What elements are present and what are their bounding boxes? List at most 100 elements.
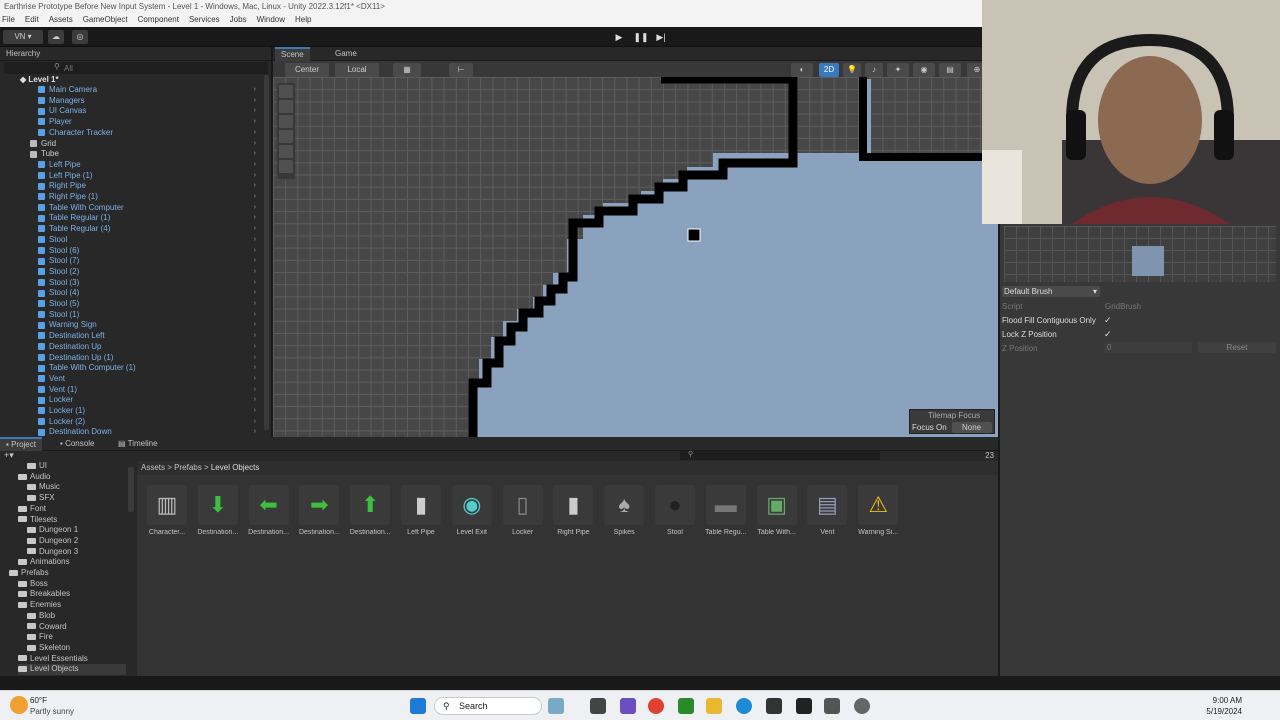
hierarchy-item[interactable]: Vent ›	[0, 374, 262, 385]
menu-item-component[interactable]: Component	[138, 13, 179, 27]
hierarchy-item[interactable]: UI Canvas ›	[0, 106, 262, 117]
chevron-right-icon[interactable]: ›	[254, 363, 256, 374]
asset-item[interactable]: ⬇ Destination...	[194, 485, 242, 536]
asset-item[interactable]: ⬆ Destination...	[346, 485, 394, 536]
chevron-right-icon[interactable]: ›	[254, 342, 256, 353]
asset-item[interactable]: ▤ Vent	[803, 485, 851, 536]
chevron-right-icon[interactable]: ›	[254, 288, 256, 299]
folder-item[interactable]: Audio	[18, 472, 50, 483]
clock-date[interactable]: 5/19/2024	[1196, 707, 1242, 716]
chevron-right-icon[interactable]: ›	[254, 213, 256, 224]
folder-item[interactable]: Blob	[27, 611, 55, 622]
hierarchy-item[interactable]: Vent (1) ›	[0, 385, 262, 396]
hierarchy-item[interactable]: Table Regular (4) ›	[0, 224, 262, 235]
hierarchy-item[interactable]: Destination Up ›	[0, 342, 262, 353]
chevron-right-icon[interactable]: ›	[254, 106, 256, 117]
task-view-icon[interactable]	[590, 698, 606, 714]
hierarchy-item[interactable]: Tube ›	[0, 149, 262, 160]
reset-button[interactable]: Reset	[1198, 342, 1276, 353]
move-tool-icon[interactable]	[279, 100, 293, 113]
focus-on-dropdown[interactable]: None	[952, 422, 992, 433]
hierarchy-item[interactable]: Left Pipe ›	[0, 160, 262, 171]
folder-item[interactable]: Skeleton	[27, 643, 70, 654]
chevron-right-icon[interactable]: ›	[254, 192, 256, 203]
chevron-right-icon[interactable]: ›	[254, 117, 256, 128]
chevron-right-icon[interactable]: ›	[254, 320, 256, 331]
account-dropdown[interactable]: VN ▾	[3, 30, 43, 44]
chevron-right-icon[interactable]: ›	[254, 85, 256, 96]
hierarchy-item[interactable]: Right Pipe ›	[0, 181, 262, 192]
hierarchy-item[interactable]: Table With Computer ›	[0, 203, 262, 214]
asset-item[interactable]: ♠ Spikes	[600, 485, 648, 536]
hierarchy-item[interactable]: Managers ›	[0, 96, 262, 107]
unity-icon[interactable]	[824, 698, 840, 714]
tree-scrollbar[interactable]	[128, 467, 134, 512]
menu-item-jobs[interactable]: Jobs	[230, 13, 247, 27]
brush-dropdown[interactable]: Default Brush ▾	[1002, 286, 1100, 297]
unity-hub-icon[interactable]	[796, 698, 812, 714]
hierarchy-item[interactable]: Stool (5) ›	[0, 299, 262, 310]
hand-tool-icon[interactable]	[279, 85, 293, 98]
asset-item[interactable]: ▮ Right Pipe	[549, 485, 597, 536]
tab-game[interactable]: Game	[329, 47, 363, 61]
chevron-right-icon[interactable]: ›	[254, 149, 256, 160]
hierarchy-item[interactable]: Stool (3) ›	[0, 278, 262, 289]
tab-project[interactable]: ▪ Project	[0, 437, 42, 451]
hierarchy-search-input[interactable]	[64, 63, 254, 73]
hierarchy-item[interactable]: Stool (6) ›	[0, 246, 262, 257]
chevron-right-icon[interactable]: ›	[254, 374, 256, 385]
chevron-right-icon[interactable]: ›	[254, 256, 256, 267]
chevron-right-icon[interactable]: ›	[254, 406, 256, 417]
asset-item[interactable]: ◉ Level Exit	[448, 485, 496, 536]
chevron-right-icon[interactable]: ›	[254, 160, 256, 171]
increment-snap-icon[interactable]: ⊢	[449, 63, 473, 77]
chevron-right-icon[interactable]: ›	[254, 246, 256, 257]
folder-item[interactable]: Tilesets	[18, 515, 57, 526]
chevron-right-icon[interactable]: ›	[254, 139, 256, 150]
project-search-input[interactable]: ⚲	[680, 451, 880, 460]
asset-item[interactable]: ▮ Left Pipe	[397, 485, 445, 536]
store-icon[interactable]	[766, 698, 782, 714]
transform-tool-icon[interactable]	[279, 160, 293, 173]
gizmos-icon[interactable]: ▤	[939, 63, 961, 77]
breadcrumb-level-objects[interactable]: Level Objects	[211, 463, 259, 472]
flood-fill-checkbox[interactable]: ✓	[1104, 315, 1112, 326]
file-explorer-icon[interactable]	[706, 698, 722, 714]
asset-item[interactable]: ▣ Table With...	[753, 485, 801, 536]
hierarchy-item[interactable]: Table Regular (1) ›	[0, 213, 262, 224]
hierarchy-item[interactable]: Character Tracker ›	[0, 128, 262, 139]
hierarchy-item[interactable]: Stool (2) ›	[0, 267, 262, 278]
folder-item[interactable]: Dungeon 2	[27, 536, 78, 547]
menu-item-assets[interactable]: Assets	[49, 13, 73, 27]
chevron-right-icon[interactable]: ›	[254, 299, 256, 310]
hierarchy-item[interactable]: Main Camera ›	[0, 85, 262, 96]
folder-item[interactable]: Font	[18, 504, 46, 515]
breadcrumb-prefabs[interactable]: Prefabs	[174, 463, 202, 472]
folder-item[interactable]: Music	[27, 482, 60, 493]
chevron-right-icon[interactable]: ›	[254, 331, 256, 342]
clock-time[interactable]: 9:00 AM	[1196, 696, 1242, 705]
scale-tool-icon[interactable]	[279, 130, 293, 143]
mode-2d-toggle[interactable]: 2D	[819, 63, 839, 77]
folder-item[interactable]: UI	[27, 461, 47, 472]
cloud-icon[interactable]: ☁	[48, 30, 64, 44]
z-position-field[interactable]: 0	[1104, 342, 1192, 353]
lighting-icon[interactable]: 💡	[843, 63, 861, 77]
menu-item-services[interactable]: Services	[189, 13, 220, 27]
hierarchy-item[interactable]: Table With Computer (1) ›	[0, 363, 262, 374]
effects-icon[interactable]: ✦	[887, 63, 909, 77]
asset-item[interactable]: ▥ Character...	[143, 485, 191, 536]
folder-item[interactable]: Animations	[18, 557, 70, 568]
hierarchy-item[interactable]: Destination Left ›	[0, 331, 262, 342]
asset-item[interactable]: ▯ Locker	[499, 485, 547, 536]
tab-timeline[interactable]: ▤ Timeline	[112, 437, 164, 451]
menu-item-file[interactable]: File	[2, 13, 15, 27]
widgets-icon[interactable]	[548, 698, 564, 714]
app-icon[interactable]	[854, 698, 870, 714]
chevron-right-icon[interactable]: ›	[254, 310, 256, 321]
step-button[interactable]: ▶|	[652, 30, 670, 44]
hierarchy-item[interactable]: Locker (1) ›	[0, 406, 262, 417]
chevron-right-icon[interactable]: ›	[254, 385, 256, 396]
draw-mode-icon[interactable]: ◐	[791, 63, 813, 77]
asset-item[interactable]: ➡ Destination...	[295, 485, 343, 536]
